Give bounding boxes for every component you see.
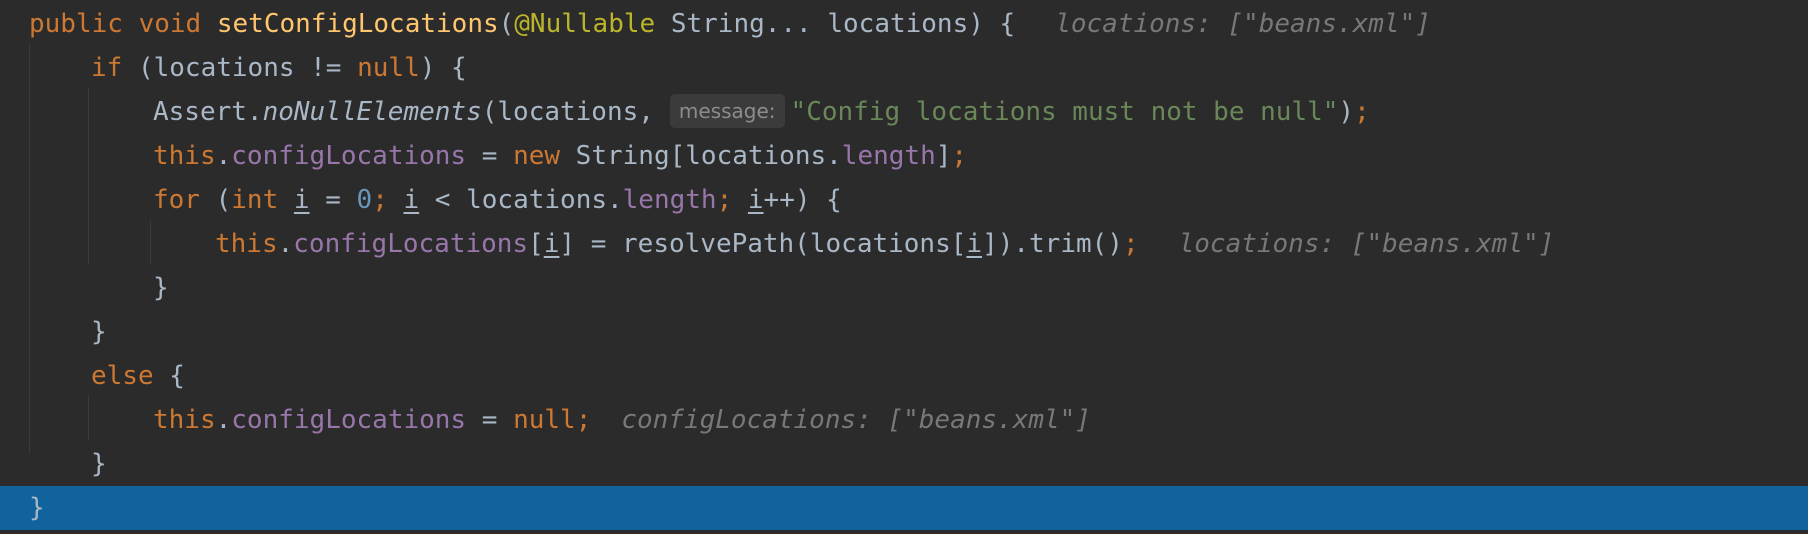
field-length: length bbox=[841, 141, 936, 171]
code-line[interactable]: else { bbox=[0, 354, 1808, 398]
assign: = bbox=[466, 405, 514, 435]
code-text: ]).trim() bbox=[982, 229, 1123, 259]
class-call: Assert. bbox=[153, 97, 263, 127]
semicolon: ; bbox=[951, 141, 968, 171]
keyword-this: this bbox=[215, 229, 278, 259]
keyword-if: if bbox=[91, 53, 123, 83]
field-name: configLocations bbox=[231, 405, 467, 435]
keyword-for: for bbox=[153, 185, 200, 215]
code-editor[interactable]: public void setConfigLocations(@Nullable… bbox=[0, 0, 1808, 534]
dot: . bbox=[215, 141, 232, 171]
keyword-null: null bbox=[357, 53, 420, 83]
dot: . bbox=[215, 405, 232, 435]
code-line[interactable]: if (locations != null) { bbox=[0, 46, 1808, 90]
closing-brace: } bbox=[29, 493, 45, 523]
code-line[interactable]: this.configLocations = new String[locati… bbox=[0, 134, 1808, 178]
code-text: = bbox=[309, 185, 357, 215]
code-line[interactable]: this.configLocations[i] = resolvePath(lo… bbox=[0, 222, 1808, 266]
static-method: noNullElements bbox=[262, 97, 482, 127]
keyword-this: this bbox=[153, 141, 216, 171]
method-name: setConfigLocations bbox=[216, 9, 499, 39]
code-line[interactable]: this.configLocations = null; configLocati… bbox=[0, 398, 1808, 442]
closing-brace: } bbox=[91, 449, 107, 479]
code-line[interactable]: for (int i = 0; i < locations.length; i+… bbox=[0, 178, 1808, 222]
inline-debug-value: locations: ["beans.xml"] bbox=[1055, 9, 1431, 39]
parameters: String... locations) { bbox=[655, 9, 1016, 39]
annotation: @Nullable bbox=[514, 9, 656, 39]
assign: = bbox=[466, 141, 514, 171]
field-name: configLocations bbox=[231, 141, 467, 171]
code-line[interactable]: } bbox=[0, 442, 1808, 486]
keyword-this: this bbox=[153, 405, 216, 435]
paren: ( bbox=[498, 9, 515, 39]
semicolon: ; bbox=[716, 185, 733, 215]
code-text: ) bbox=[1338, 97, 1355, 127]
code-text: ) { bbox=[419, 53, 467, 83]
string-literal: "Config locations must not be null" bbox=[790, 97, 1339, 127]
field-length: length bbox=[622, 185, 717, 215]
code-line[interactable]: } bbox=[0, 310, 1808, 354]
code-line[interactable]: Assert.noNullElements(locations, message:… bbox=[0, 90, 1808, 134]
closing-brace: } bbox=[153, 273, 169, 303]
current-line[interactable]: } bbox=[0, 486, 1808, 530]
keyword-void: void bbox=[138, 9, 202, 39]
keyword-new: new bbox=[513, 141, 561, 171]
loop-variable: i bbox=[293, 185, 310, 215]
code-line[interactable]: public void setConfigLocations(@Nullable… bbox=[0, 2, 1808, 46]
loop-variable: i bbox=[747, 185, 764, 215]
keyword-null: null bbox=[513, 405, 576, 435]
loop-variable: i bbox=[966, 229, 983, 259]
parameter-hint: message: bbox=[669, 94, 785, 128]
code-text: ( bbox=[199, 185, 232, 215]
code-text: ++) { bbox=[763, 185, 842, 215]
code-text: ] = resolvePath(locations[ bbox=[559, 229, 967, 259]
code-text: [ bbox=[528, 229, 544, 259]
semicolon: ; bbox=[575, 405, 592, 435]
keyword-public: public bbox=[29, 9, 123, 39]
loop-variable: i bbox=[543, 229, 560, 259]
semicolon: ; bbox=[1122, 229, 1139, 259]
inline-debug-value: configLocations: ["beans.xml"] bbox=[621, 405, 1091, 435]
code-text: < locations. bbox=[419, 185, 623, 215]
field-name: configLocations bbox=[293, 229, 529, 259]
keyword-else: else bbox=[91, 361, 154, 391]
closing-brace: } bbox=[91, 317, 107, 347]
type-expression: String[locations. bbox=[560, 141, 842, 171]
number-literal: 0 bbox=[356, 185, 373, 215]
semicolon: ; bbox=[1354, 97, 1370, 127]
code-text: ] bbox=[935, 141, 952, 171]
code-line[interactable]: } bbox=[0, 266, 1808, 310]
condition: (locations != bbox=[122, 53, 358, 83]
code-text: { bbox=[153, 361, 185, 391]
arguments: (locations, bbox=[481, 97, 654, 127]
dot: . bbox=[277, 229, 294, 259]
semicolon: ; bbox=[372, 185, 388, 215]
keyword-int: int bbox=[231, 185, 279, 215]
inline-debug-value: locations: ["beans.xml"] bbox=[1178, 229, 1555, 259]
loop-variable: i bbox=[403, 185, 420, 215]
